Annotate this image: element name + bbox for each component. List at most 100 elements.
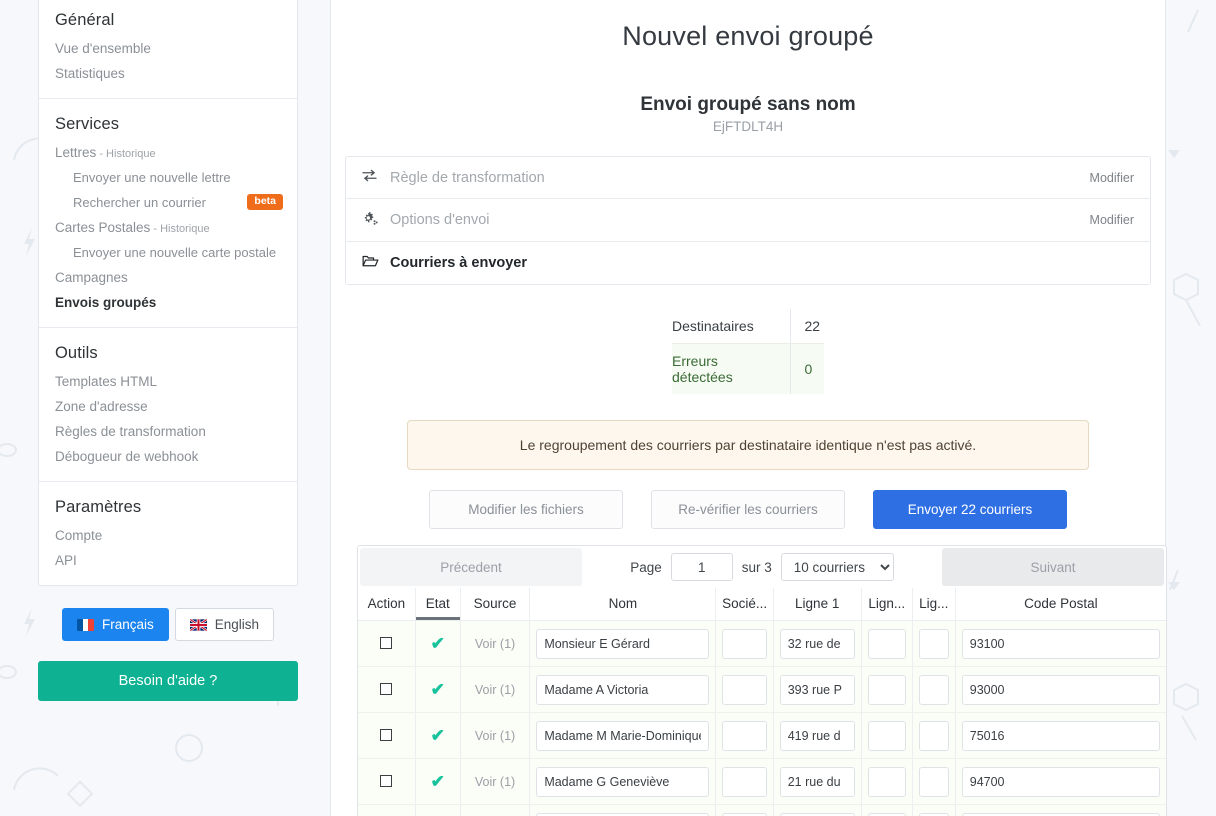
source-view-link[interactable]: Voir (1) (475, 683, 515, 697)
page-total-label: sur 3 (741, 559, 772, 575)
column-header-code-postal[interactable]: Code Postal (954, 588, 1166, 621)
sidebar-item-envoyer-nouvelle-carte-postale[interactable]: Envoyer une nouvelle carte postale (39, 240, 297, 265)
exchange-icon (362, 169, 384, 186)
cell-ligne3-input[interactable] (918, 812, 949, 816)
column-header-societe[interactable]: Socié... (715, 588, 774, 621)
section-regle-de-transformation[interactable]: Règle de transformation Modifier (346, 157, 1150, 199)
column-header-ligne3[interactable]: Lig... (911, 588, 956, 621)
sidebar-item-compte[interactable]: Compte (39, 523, 297, 548)
cell-ligne2-input[interactable] (867, 674, 906, 705)
cell-ligne2-input[interactable] (867, 720, 906, 751)
cell-ligne1-input[interactable] (779, 766, 855, 797)
column-header-ligne2[interactable]: Lign... (860, 588, 913, 621)
cell-ligne3-input[interactable] (918, 674, 949, 705)
language-label-french: Français (101, 617, 154, 632)
cell-societe-input[interactable] (722, 766, 767, 797)
edit-files-button[interactable]: Modifier les fichiers (429, 490, 623, 529)
sidebar-item-templates-html[interactable]: Templates HTML (39, 369, 297, 394)
cell-nom-input[interactable] (536, 674, 710, 705)
stats-table: Destinataires 22 Erreurs détectées 0 (672, 309, 824, 394)
sidebar-item-lettres[interactable]: Lettres - Historique (39, 140, 297, 165)
cell-ligne1-input[interactable] (779, 720, 855, 751)
cell-code-postal-input[interactable] (961, 766, 1160, 797)
section-courriers-a-envoyer[interactable]: Courriers à envoyer (346, 242, 1150, 284)
action-buttons: Modifier les fichiers Re-vérifier les co… (331, 490, 1165, 529)
language-label-english: English (214, 617, 260, 632)
sidebar-item-regles-transformation[interactable]: Règles de transformation (39, 419, 297, 444)
cell-nom-input[interactable] (536, 720, 710, 751)
sidebar-item-vue-densemble[interactable]: Vue d'ensemble (39, 36, 297, 61)
sidebar-group-title: Outils (55, 344, 98, 362)
row-checkbox[interactable] (380, 729, 393, 742)
page-number-input[interactable] (670, 553, 733, 581)
row-checkbox[interactable] (380, 775, 393, 788)
sidebar-item-historique[interactable]: - Historique (96, 148, 155, 160)
source-view-link[interactable]: Voir (1) (475, 729, 515, 743)
sidebar-item-statistiques[interactable]: Statistiques (39, 61, 297, 86)
cell-ligne1-input[interactable] (779, 812, 855, 816)
source-view-link[interactable]: Voir (1) (475, 637, 515, 651)
column-header-source[interactable]: Source (459, 588, 530, 621)
section-options-denvoi[interactable]: Options d'envoi Modifier (346, 199, 1150, 242)
cell-societe-input[interactable] (722, 720, 767, 751)
flag-uk-icon (189, 618, 207, 631)
previous-page-button[interactable]: Précedent (360, 548, 582, 586)
cell-code-postal-input[interactable] (961, 812, 1160, 816)
sidebar-item-debogueur-webhook[interactable]: Débogueur de webhook (39, 444, 297, 469)
sidebar-group-title: Paramètres (55, 498, 142, 516)
sidebar-item-envoyer-nouvelle-lettre[interactable]: Envoyer une nouvelle lettre (39, 165, 297, 190)
cell-societe-input[interactable] (722, 674, 767, 705)
row-checkbox[interactable] (380, 683, 393, 696)
column-header-ligne1[interactable]: Ligne 1 (772, 588, 862, 621)
cell-code-postal-input[interactable] (961, 720, 1160, 751)
cell-code-postal-input[interactable] (961, 674, 1160, 705)
sidebar-item-rechercher-courrier[interactable]: Rechercher un courrier beta (39, 190, 297, 215)
cell-ligne1-input[interactable] (779, 628, 855, 659)
sidebar-item-cartes-postales[interactable]: Cartes Postales - Historique (39, 215, 297, 240)
section-modify-link[interactable]: Modifier (1090, 213, 1134, 227)
sidebar-item-historique[interactable]: - Historique (150, 223, 209, 235)
cell-ligne2-input[interactable] (867, 766, 906, 797)
row-checkbox[interactable] (380, 637, 393, 650)
column-header-nom[interactable]: Nom (529, 588, 716, 621)
sidebar-item-zone-adresse[interactable]: Zone d'adresse (39, 394, 297, 419)
cell-nom-input[interactable] (536, 812, 710, 816)
recheck-button[interactable]: Re-vérifier les courriers (651, 490, 845, 529)
cell-ligne2-input[interactable] (867, 812, 906, 816)
sidebar-item-envois-groupes[interactable]: Envois groupés (39, 290, 297, 315)
sidebar-group-general: Général Vue d'ensemble Statistiques (39, 0, 297, 99)
page-title: Nouvel envoi groupé (622, 21, 874, 51)
cell-code-postal-input[interactable] (961, 628, 1160, 659)
send-button[interactable]: Envoyer 22 courriers (873, 490, 1067, 529)
cell-ligne3-input[interactable] (918, 628, 949, 659)
sidebar-item-campagnes[interactable]: Campagnes (39, 265, 297, 290)
sidebar-item-api[interactable]: API (39, 548, 297, 573)
language-button-french[interactable]: Français (61, 608, 169, 641)
cell-nom-input[interactable] (536, 766, 710, 797)
sections-list: Règle de transformation Modifier Options… (345, 156, 1151, 285)
cell-ligne1-input[interactable] (779, 674, 855, 705)
sidebar: Général Vue d'ensemble Statistiques Serv… (38, 0, 298, 701)
sidebar-card: Général Vue d'ensemble Statistiques Serv… (38, 0, 298, 586)
help-button[interactable]: Besoin d'aide ? (38, 661, 298, 701)
status-valid-icon: ✔ (430, 771, 445, 791)
cell-nom-input[interactable] (536, 628, 710, 659)
cogs-icon (362, 211, 384, 229)
cell-ligne2-input[interactable] (867, 628, 906, 659)
next-page-button[interactable]: Suivant (942, 548, 1164, 586)
cell-societe-input[interactable] (722, 628, 767, 659)
table-head: Action Etat Source Nom Socié... Ligne 1 … (358, 588, 1166, 621)
cell-societe-input[interactable] (722, 812, 767, 816)
source-view-link[interactable]: Voir (1) (475, 775, 515, 789)
section-modify-link[interactable]: Modifier (1090, 171, 1134, 185)
pagination-bar: Précedent Page sur 3 10 courriers25 cour… (358, 546, 1166, 588)
table-row: ✔ Voir (1) (358, 712, 1166, 759)
cell-ligne3-input[interactable] (918, 720, 949, 751)
beta-badge: beta (247, 194, 283, 210)
column-header-etat[interactable]: Etat (414, 588, 461, 621)
language-button-english[interactable]: English (174, 608, 275, 641)
column-header-action[interactable]: Action (358, 588, 416, 621)
status-valid-icon: ✔ (430, 679, 445, 699)
cell-ligne3-input[interactable] (918, 766, 949, 797)
per-page-select[interactable]: 10 courriers25 courriers50 courriers100 … (780, 553, 894, 581)
